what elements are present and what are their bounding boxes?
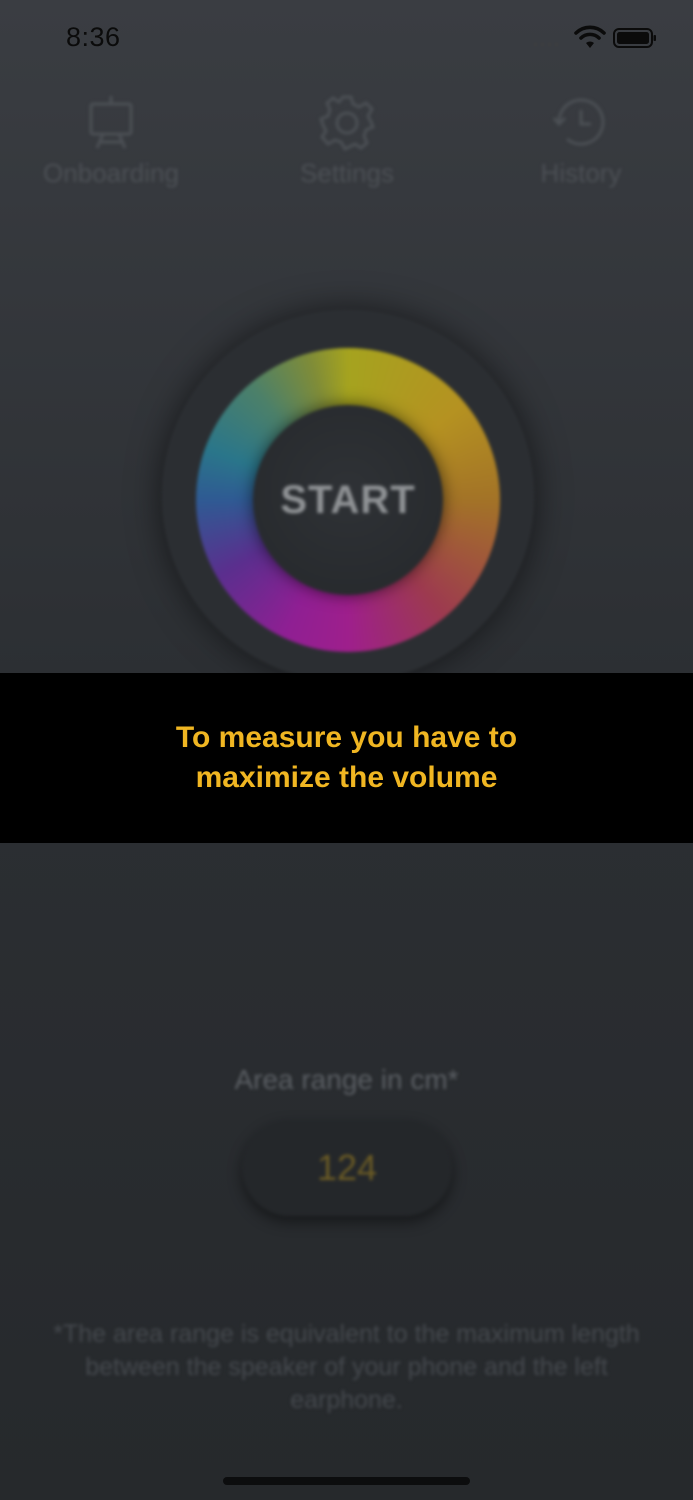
gear-icon [319, 95, 375, 151]
nav-onboarding[interactable]: Onboarding [11, 92, 211, 189]
history-clock-icon [552, 98, 605, 146]
status-time: 8:36 [66, 22, 121, 52]
status-bar: 8:36 [0, 0, 693, 80]
app-screen: Onboarding Settings History START Area r… [0, 0, 693, 1500]
area-range-footnote: *The area range is equivalent to the max… [53, 1320, 640, 1414]
area-range-label: Area range in cm* [234, 1064, 459, 1095]
volume-warning-message: To measure you have to maximize the volu… [175, 721, 518, 794]
wifi-icon [574, 25, 606, 48]
area-range-value[interactable]: 124 [242, 1120, 452, 1216]
start-button[interactable]: START [253, 405, 443, 595]
volume-warning-banner: To measure you have to maximize the volu… [0, 673, 693, 843]
nav-history-label: History [540, 158, 622, 188]
nav-settings[interactable]: Settings [247, 92, 447, 189]
battery-icon [613, 28, 656, 48]
nav-onboarding-label: Onboarding [43, 158, 179, 188]
nav-history[interactable]: History [481, 92, 681, 189]
start-dial[interactable]: START [162, 310, 534, 682]
presentation-board-icon [89, 96, 133, 149]
home-indicator[interactable] [223, 1477, 470, 1485]
nav-settings-label: Settings [300, 158, 394, 188]
cellular-signal-icon [533, 39, 567, 47]
